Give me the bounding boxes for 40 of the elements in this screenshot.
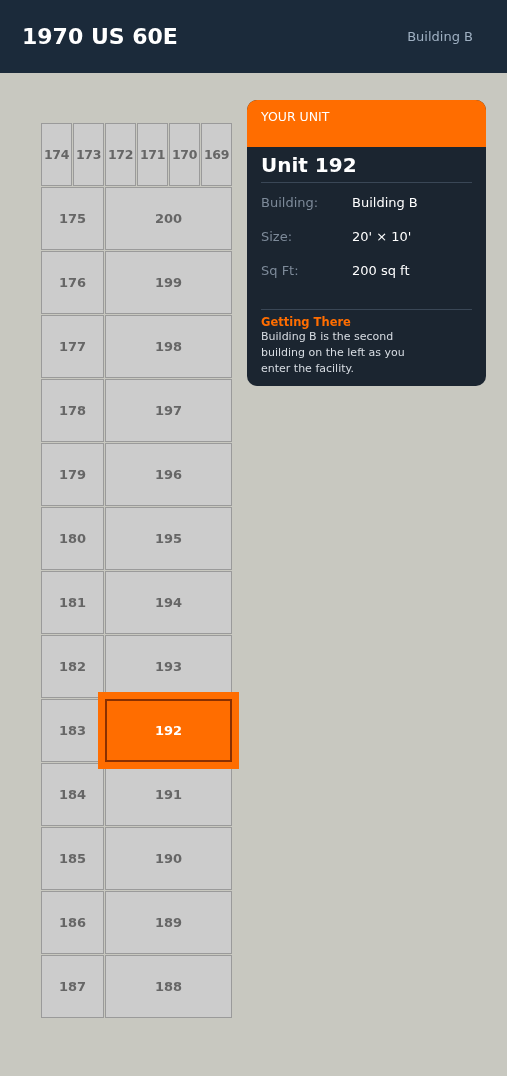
building-label: Building B [407, 29, 473, 44]
storage-unit[interactable]: 198 [105, 315, 232, 378]
storage-unit[interactable]: 174 [41, 123, 72, 186]
storage-unit[interactable]: 186 [41, 891, 104, 954]
storage-unit[interactable]: 185 [41, 827, 104, 890]
detail-value: 20' × 10' [352, 229, 412, 246]
card-heading: YOUR UNIT [261, 109, 330, 124]
storage-unit[interactable]: 180 [41, 507, 104, 570]
storage-unit[interactable]: 179 [41, 443, 104, 506]
storage-unit[interactable]: 169 [201, 123, 232, 186]
storage-unit[interactable]: 188 [105, 955, 232, 1018]
storage-unit[interactable]: 195 [105, 507, 232, 570]
storage-unit[interactable]: 177 [41, 315, 104, 378]
storage-unit[interactable]: 181 [41, 571, 104, 634]
storage-unit[interactable]: 175 [41, 187, 104, 250]
storage-unit[interactable]: 197 [105, 379, 232, 442]
storage-unit[interactable]: 200 [105, 187, 232, 250]
detail-label: Sq Ft: [261, 263, 300, 280]
storage-unit[interactable]: 189 [105, 891, 232, 954]
storage-unit[interactable]: 171 [137, 123, 168, 186]
storage-unit[interactable]: 170 [169, 123, 200, 186]
facility-title: 1970 US 60E [22, 24, 178, 49]
detail-value: 200 sq ft [352, 263, 410, 280]
directions-title: Getting There [261, 315, 352, 329]
detail-value: Building B [352, 195, 418, 212]
detail-label: Size: [261, 229, 294, 246]
storage-unit[interactable]: 194 [105, 571, 232, 634]
storage-unit[interactable]: 196 [105, 443, 232, 506]
storage-unit[interactable]: 199 [105, 251, 232, 314]
storage-unit[interactable]: 173 [73, 123, 104, 186]
storage-unit[interactable]: 176 [41, 251, 104, 314]
unit-title: Unit 192 [261, 153, 472, 183]
storage-unit[interactable]: 184 [41, 763, 104, 826]
storage-unit[interactable]: 187 [41, 955, 104, 1018]
storage-unit[interactable]: 178 [41, 379, 104, 442]
storage-unit[interactable]: 182 [41, 635, 104, 698]
storage-unit[interactable]: 190 [105, 827, 232, 890]
directions-text: Building B is the second building on the left as you enter the facility. [261, 329, 406, 377]
detail-label: Building: [261, 195, 320, 212]
storage-unit[interactable]: 172 [105, 123, 136, 186]
